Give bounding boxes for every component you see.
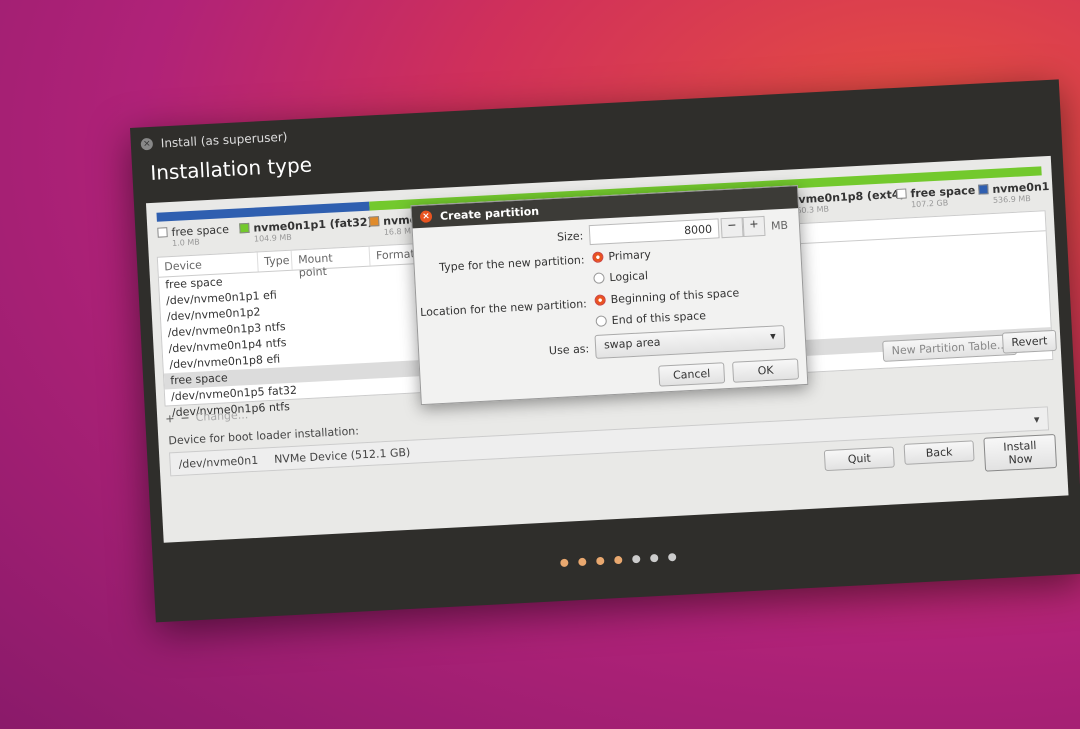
radio-icon [595, 315, 608, 327]
progress-dot [578, 557, 587, 567]
use-as-label: Use as: [548, 342, 590, 358]
create-partition-dialog: × Create partition Size: 8000 − + MB Typ… [410, 185, 809, 406]
column-type[interactable]: Type [257, 250, 293, 272]
size-decrement-button[interactable]: − [720, 217, 744, 239]
add-partition-button[interactable]: + [165, 412, 175, 425]
radio-label: Beginning of this space [610, 286, 740, 307]
installer-window: × Install (as superuser) Installation ty… [130, 79, 1080, 623]
progress-dot [632, 554, 641, 564]
close-icon[interactable]: × [140, 137, 154, 151]
progress-dot [650, 553, 659, 563]
close-icon[interactable]: × [419, 210, 433, 223]
progress-dot [596, 556, 605, 566]
use-as-select[interactable]: swap area ▾ [594, 325, 786, 359]
bootloader-device: /dev/nvme0n1 [178, 453, 259, 471]
legend-item: nvme0n1p1 (fat32) 104.9 MB [239, 215, 373, 244]
use-as-value: swap area [603, 335, 661, 352]
chevron-down-icon: ▾ [769, 329, 777, 343]
location-label: Location for the new partition: [419, 297, 588, 320]
progress-dot [668, 553, 677, 562]
back-button[interactable]: Back [903, 440, 975, 465]
size-input[interactable]: 8000 [588, 218, 720, 246]
bootloader-description: NVMe Device (512.1 GB) [273, 445, 411, 466]
column-mount[interactable]: Mount point [291, 246, 371, 279]
size-unit: MB [770, 218, 789, 233]
size-increment-button[interactable]: + [742, 215, 766, 238]
radio-end[interactable]: End of this space [595, 309, 706, 328]
size-label: Size: [556, 229, 584, 244]
chevron-down-icon: ▾ [1033, 412, 1040, 427]
type-label: Type for the new partition: [438, 253, 585, 275]
title-bar: × Install (as superuser) [130, 79, 1061, 162]
radio-logical[interactable]: Logical [593, 269, 648, 285]
radio-label: End of this space [611, 309, 707, 328]
legend-item: nvme0n1 536.9 MB [978, 180, 1050, 206]
ok-button[interactable]: OK [732, 358, 800, 383]
radio-label: Primary [608, 247, 652, 264]
bootloader-select[interactable]: /dev/nvme0n1 NVMe Device (512.1 GB) ▾ [169, 406, 1050, 477]
radio-label: Logical [609, 269, 649, 285]
change-partition-button[interactable]: Change... [195, 408, 248, 424]
install-now-button[interactable]: Install Now [983, 433, 1058, 472]
radio-selected-icon [594, 294, 606, 306]
radio-beginning[interactable]: Beginning of this space [594, 286, 740, 307]
radio-primary[interactable]: Primary [592, 248, 651, 264]
dialog-title: Create partition [439, 204, 540, 223]
legend-item: free space 107.2 GB [896, 184, 976, 210]
window-title: Install (as superuser) [160, 129, 288, 151]
radio-selected-icon [592, 251, 604, 263]
quit-button[interactable]: Quit [823, 446, 895, 472]
progress-dot [614, 555, 623, 565]
radio-icon [593, 272, 605, 284]
progress-dot [560, 558, 569, 568]
legend-item: free space 1.0 MB [157, 223, 230, 249]
revert-button[interactable]: Revert [1001, 329, 1057, 354]
cancel-button[interactable]: Cancel [658, 362, 726, 387]
remove-partition-button[interactable]: − [180, 411, 190, 424]
